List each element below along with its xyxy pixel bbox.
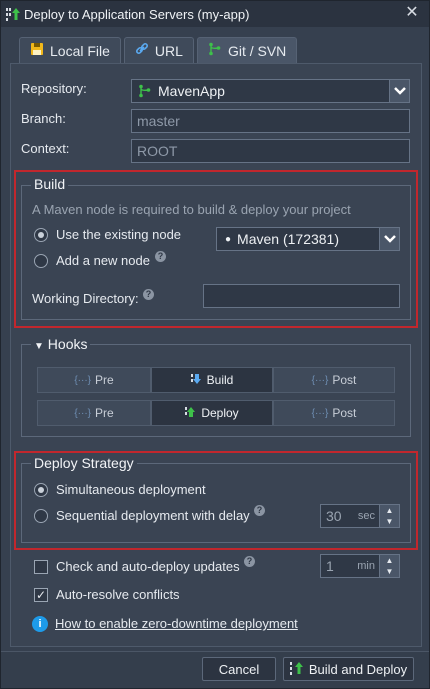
tab-local-file[interactable]: Local File <box>19 37 121 63</box>
script-icon: {···} <box>74 374 91 386</box>
context-label: Context: <box>21 141 70 156</box>
tab-label: Local File <box>50 42 110 59</box>
simultaneous-deployment-radio[interactable] <box>34 483 48 497</box>
sequential-deployment-label: Sequential deployment with delay <box>56 508 250 523</box>
help-icon[interactable]: ? <box>143 289 154 300</box>
deploy-strategy-legend: Deploy Strategy <box>31 455 137 471</box>
hook-label: Pre <box>94 373 114 387</box>
delay-value: 30 <box>326 508 342 524</box>
hook-label: Pre <box>94 406 114 420</box>
use-existing-node-radio[interactable] <box>34 228 48 242</box>
build-icon <box>190 373 203 388</box>
sequential-deployment-radio[interactable] <box>34 509 48 523</box>
help-icon[interactable]: ? <box>155 251 166 262</box>
deploy-strategy-fieldset <box>21 463 411 543</box>
dialog-title: Deploy to Application Servers (my-app) <box>24 6 250 22</box>
interval-unit: min <box>357 560 375 572</box>
repository-select[interactable]: MavenApp <box>131 79 410 103</box>
chevron-down-icon[interactable]: ▼ <box>380 566 399 577</box>
stepper-buttons: ▲ ▼ <box>379 505 399 527</box>
source-tabs: Local File URL Git / SVN <box>19 37 298 63</box>
info-icon: i <box>32 616 48 632</box>
hook-label: Post <box>332 406 357 420</box>
help-icon[interactable]: ? <box>244 556 255 567</box>
add-new-node-radio[interactable] <box>34 254 48 268</box>
tab-label: URL <box>154 42 183 59</box>
build-legend: Build <box>31 176 69 192</box>
chevron-up-icon[interactable]: ▲ <box>380 505 399 516</box>
auto-deploy-label: Check and auto-deploy updates <box>56 559 240 574</box>
git-icon <box>138 84 152 98</box>
auto-deploy-checkbox[interactable] <box>34 560 48 574</box>
maven-node-select[interactable]: ● Maven (172381) <box>216 227 400 251</box>
hook-label: Post <box>332 373 357 387</box>
use-existing-node-label: Use the existing node <box>56 227 182 242</box>
close-icon[interactable]: ✕ <box>403 4 421 22</box>
chevron-down-icon[interactable] <box>379 228 399 250</box>
title-bar: Deploy to Application Servers (my-app) ✕ <box>1 1 429 27</box>
git-icon <box>208 42 222 59</box>
build-hint: A Maven node is required to build & depl… <box>32 202 351 217</box>
deploy-icon <box>289 661 304 678</box>
simultaneous-deployment-label: Simultaneous deployment <box>56 482 206 497</box>
hooks-legend[interactable]: ▼ Hooks <box>31 336 91 352</box>
delay-stepper[interactable]: 30 sec ▲ ▼ <box>320 504 400 528</box>
add-new-node-label: Add a new node <box>56 253 150 268</box>
deploy-app-icon <box>6 7 20 21</box>
hook-label: Build <box>206 373 234 387</box>
cancel-button[interactable]: Cancel <box>202 657 276 681</box>
working-directory-input[interactable] <box>203 284 400 308</box>
tab-label: Git / SVN <box>227 42 287 59</box>
repository-label: Repository: <box>21 81 87 96</box>
auto-resolve-checkbox[interactable]: ✓ <box>34 588 48 602</box>
script-icon: {···} <box>311 374 329 386</box>
chevron-up-icon[interactable]: ▲ <box>380 555 399 566</box>
script-icon: {···} <box>74 407 91 419</box>
deploy-hook: Deploy <box>151 400 273 426</box>
delay-unit: sec <box>357 510 375 522</box>
interval-stepper[interactable]: 1 min ▲ ▼ <box>320 554 400 578</box>
auto-resolve-label: Auto-resolve conflicts <box>56 587 180 602</box>
post-deploy-hook[interactable]: {···} Post <box>273 400 395 426</box>
file-icon <box>30 42 44 59</box>
working-directory-label: Working Directory: <box>32 291 139 306</box>
chevron-down-icon[interactable]: ▼ <box>380 516 399 527</box>
build-and-deploy-button[interactable]: Build and Deploy <box>283 657 414 681</box>
hook-label: Deploy <box>201 406 239 420</box>
deploy-dialog: Deploy to Application Servers (my-app) ✕… <box>0 0 430 689</box>
link-icon <box>135 42 149 59</box>
build-and-deploy-label: Build and Deploy <box>308 661 408 677</box>
branch-input[interactable]: master <box>131 109 410 133</box>
context-input[interactable]: ROOT <box>131 139 410 163</box>
zero-downtime-link[interactable]: How to enable zero-downtime deployment <box>55 616 298 631</box>
repository-value: MavenApp <box>158 83 225 99</box>
node-bullet-icon: ● <box>225 233 232 245</box>
chevron-down-icon[interactable] <box>389 80 409 102</box>
stepper-buttons: ▲ ▼ <box>379 555 399 577</box>
build-hook: Build <box>151 367 273 393</box>
hooks-label: Hooks <box>47 336 88 352</box>
caret-down-icon: ▼ <box>34 341 44 352</box>
maven-node-value: Maven (172381) <box>237 231 339 247</box>
deploy-icon <box>185 406 197 421</box>
tab-url[interactable]: URL <box>123 37 194 63</box>
help-icon[interactable]: ? <box>254 505 265 516</box>
script-icon: {···} <box>311 407 329 419</box>
interval-value: 1 <box>326 558 334 574</box>
pre-build-hook[interactable]: {···} Pre <box>37 367 151 393</box>
post-build-hook[interactable]: {···} Post <box>273 367 395 393</box>
pre-deploy-hook[interactable]: {···} Pre <box>37 400 151 426</box>
tab-git-svn[interactable]: Git / SVN <box>196 37 298 63</box>
branch-label: Branch: <box>21 111 66 126</box>
